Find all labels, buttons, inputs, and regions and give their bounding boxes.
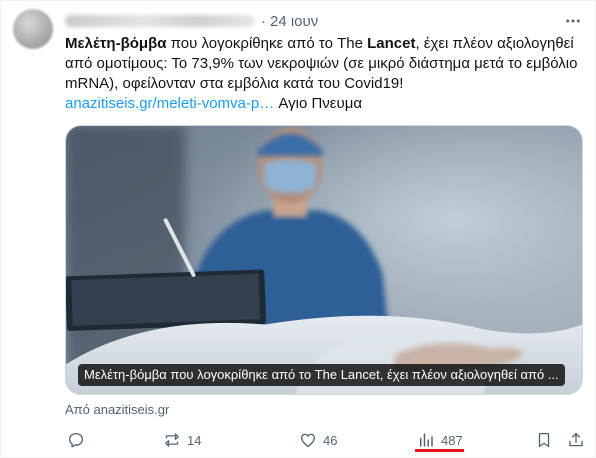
retweet-button[interactable]: 14 xyxy=(163,427,201,453)
tweet-text: Μελέτη-βόμβα που λογοκρίθηκε από το The … xyxy=(65,34,585,94)
link-preview-card[interactable]: Μελέτη-βόμβα που λογοκρίθηκε από το The … xyxy=(65,125,583,395)
retweet-icon xyxy=(165,433,179,447)
tweet-text-part-1: που λογοκρίθηκε από το The xyxy=(166,35,368,52)
views-count: 487 xyxy=(441,432,463,448)
share-icon xyxy=(569,432,583,447)
tweet-card[interactable]: · 24 ιουν Μελέτη-βόμβα που λογοκρίθηκε α… xyxy=(0,0,596,458)
tweet-link-line: anazitiseis.gr/meleti-vomva-p… Αγιο Πνευ… xyxy=(65,94,362,114)
article-link[interactable]: anazitiseis.gr/meleti-vomva-p… xyxy=(65,95,274,112)
link-suffix-text: Αγιο Πνευμα xyxy=(274,95,363,112)
card-image xyxy=(66,126,582,394)
reply-icon xyxy=(68,432,84,448)
card-caption: Μελέτη-βόμβα που λογοκρίθηκε από το The … xyxy=(78,364,565,386)
bookmark-icon xyxy=(538,432,550,448)
like-button[interactable]: 46 xyxy=(299,427,337,453)
tweet-text-bold-2: Lancet xyxy=(367,35,416,52)
tweet-text-bold-1: Μελέτη-βόμβα xyxy=(65,35,167,52)
tweet-date[interactable]: 24 ιουν xyxy=(270,13,318,30)
reply-button[interactable] xyxy=(67,427,85,453)
more-options-button[interactable] xyxy=(563,11,583,31)
card-source[interactable]: Από anazitiseis.gr xyxy=(65,402,169,417)
views-highlight-underline xyxy=(415,449,464,452)
avatar[interactable] xyxy=(13,9,53,49)
more-icon xyxy=(566,19,580,23)
bookmark-button[interactable] xyxy=(535,427,553,453)
blurred-author-name[interactable] xyxy=(65,15,255,27)
tweet-actions: 14 46 487 xyxy=(59,427,589,453)
share-button[interactable] xyxy=(567,427,585,453)
separator-dot: · xyxy=(261,12,266,30)
heart-icon xyxy=(300,433,316,448)
views-icon xyxy=(420,433,433,447)
tweet-header: · 24 ιουν xyxy=(65,11,318,31)
retweet-count: 14 xyxy=(187,432,202,448)
like-count: 46 xyxy=(323,432,338,448)
